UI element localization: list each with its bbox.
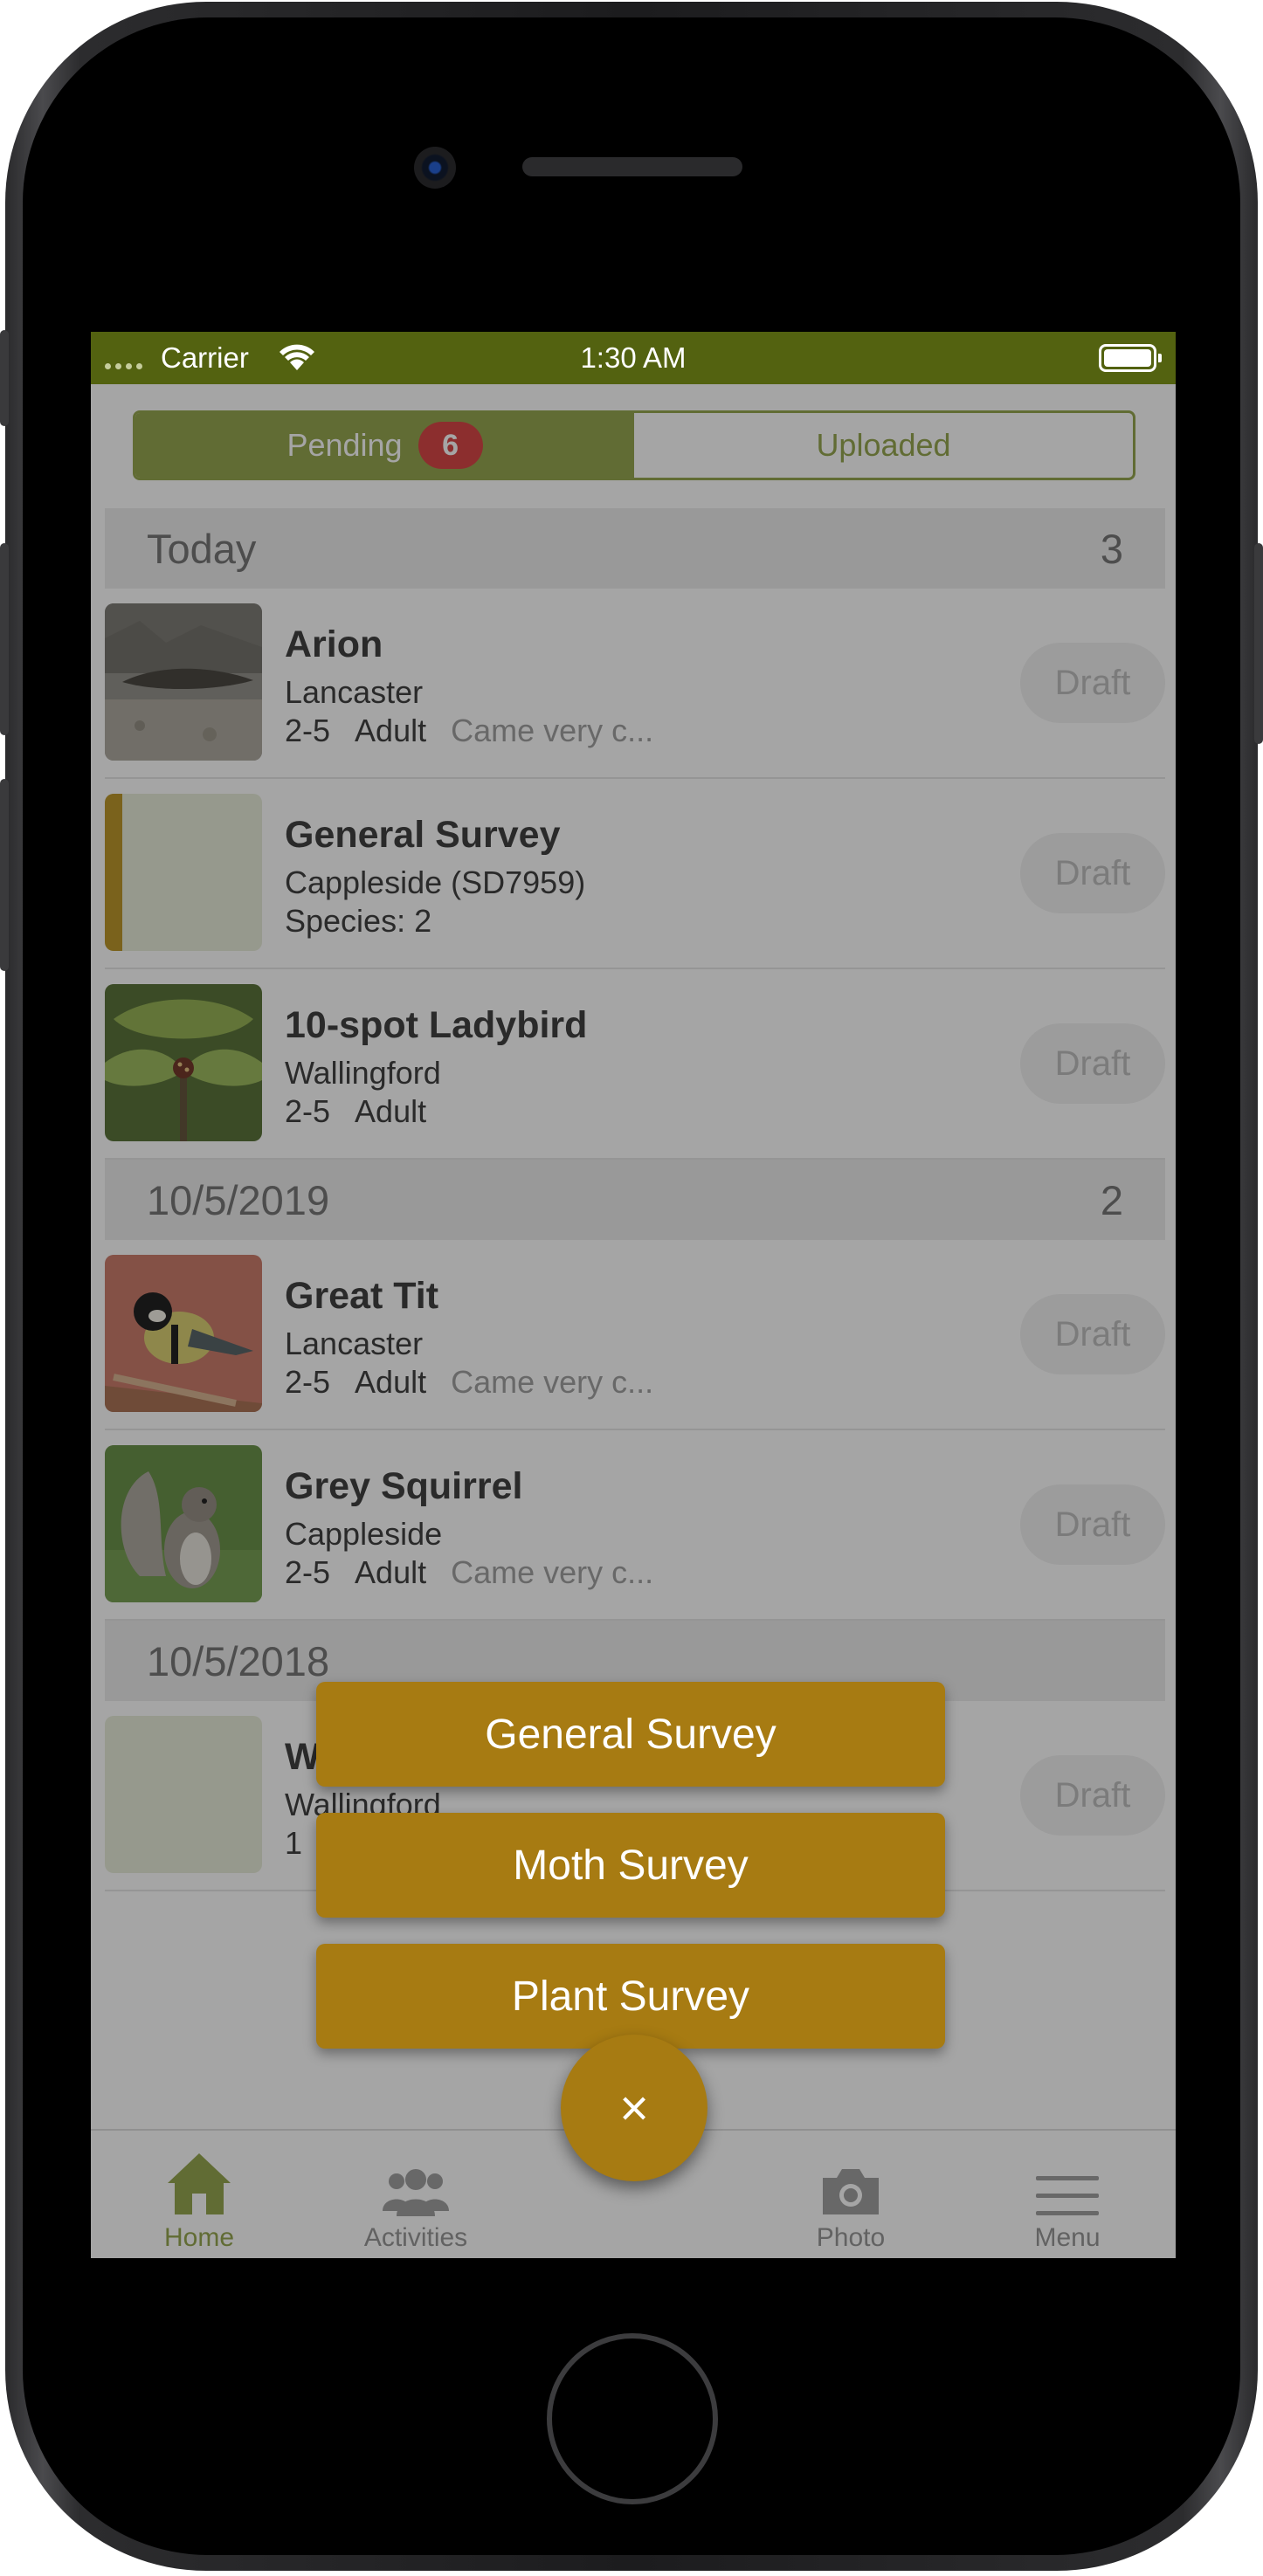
close-menu-button[interactable]: × bbox=[561, 2035, 707, 2181]
earpiece-speaker bbox=[522, 157, 742, 176]
volume-down-button bbox=[0, 779, 9, 971]
home-button[interactable] bbox=[547, 2333, 718, 2504]
status-bar: Carrier 1:30 AM bbox=[91, 332, 1176, 384]
app-screen: Carrier 1:30 AM Pending 6 Uploaded Today… bbox=[91, 332, 1176, 2258]
power-button bbox=[1254, 543, 1263, 744]
battery-icon bbox=[1099, 344, 1162, 372]
volume-up-button bbox=[0, 543, 9, 735]
front-camera bbox=[414, 147, 456, 189]
status-time: 1:30 AM bbox=[580, 341, 687, 374]
moth-survey-button[interactable]: Moth Survey bbox=[316, 1813, 945, 1918]
mute-switch bbox=[0, 330, 9, 426]
close-icon: × bbox=[619, 2079, 649, 2137]
plant-survey-button[interactable]: Plant Survey bbox=[316, 1944, 945, 2049]
general-survey-button[interactable]: General Survey bbox=[316, 1682, 945, 1787]
